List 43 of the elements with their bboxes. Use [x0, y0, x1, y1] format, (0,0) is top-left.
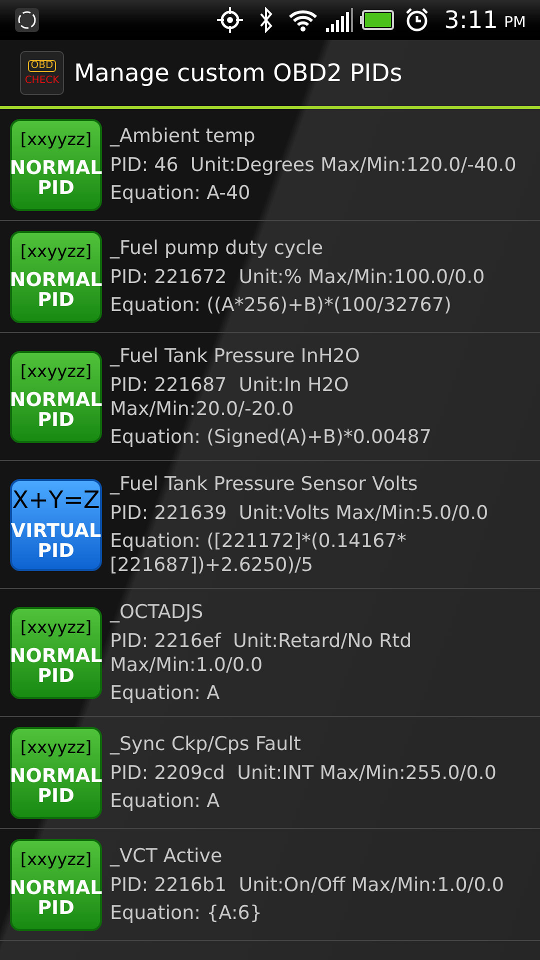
pid-equation: Equation: ([221172]*(0.14167*[221687])+2.6250)/5 — [110, 529, 408, 578]
pid-equation: Equation: {A:6} — [110, 901, 263, 926]
pid-details: PID: 221672 Unit:% Max/Min:100.0/0.0 — [110, 265, 485, 290]
pid-equation: Equation: (Signed(A)+B)*0.00487 — [110, 425, 432, 450]
pid-list-item[interactable]: [xxyyzz] NORMAL PID _Sync Ckp/Cps Fault PID: 2209cd Unit:INT Max/Min:255.0/0.0 Equation: A — [0, 717, 540, 829]
logo-check-text: CHECK — [24, 76, 60, 86]
screen-title: Manage custom OBD2 PIDs — [74, 58, 402, 89]
pid-name: _OCTADJS — [110, 600, 204, 625]
pid-type-badge: [xxyyzz] NORMAL PID — [10, 838, 102, 930]
gps-icon — [216, 6, 244, 34]
pid-list-item[interactable]: [xxyyzz] NORMAL PID _VCT Active PID: 2216b1 Unit:On/Off Max/Min:1.0/0.0 Equation: {A:6} — [0, 829, 540, 941]
pid-details: PID: 221639 Unit:Volts Max/Min:5.0/0.0 — [110, 501, 490, 526]
logo-obd-text: OBD — [28, 60, 56, 72]
pid-details: PID: 221687 Unit:In H2O Max/Min:20.0/-20.0 — [110, 373, 350, 422]
pid-equation: Equation: ((A*256)+B)*(100/32767) — [110, 293, 452, 318]
bluetooth-icon — [258, 7, 274, 33]
pid-list-item[interactable]: [xxyyzz] NORMAL PID _Fuel pump duty cycle PID: 221672 Unit:% Max/Min:100.0/0.0 Equation: ((A*256)+B)*(100/32767) — [0, 221, 540, 333]
pid-name: _Fuel pump duty cycle — [110, 236, 324, 261]
pid-type-badge: [xxyyzz] NORMAL PID — [10, 230, 102, 322]
pid-details: PID: 46 Unit:Degrees Max/Min:120.0/-40.0 — [110, 153, 516, 178]
pid-type-badge: [xxyyzz] NORMAL PID — [10, 118, 102, 210]
pid-details: PID: 2216b1 Unit:On/Off Max/Min:1.0/0.0 — [110, 873, 504, 898]
pid-details: PID: 2216ef Unit:Retard/No Rtd Max/Min:1.0/0.0 — [110, 629, 413, 678]
wifi-icon — [288, 8, 318, 32]
pid-equation: Equation: A — [110, 789, 221, 814]
signal-icon — [326, 8, 354, 32]
pid-details: PID: 2209cd Unit:INT Max/Min:255.0/0.0 — [110, 761, 496, 786]
battery-icon — [360, 10, 394, 30]
pid-name: _Fuel Tank Pressure Sensor Volts — [110, 472, 419, 497]
pid-type-badge: [xxyyzz] NORMAL PID — [10, 350, 102, 442]
pid-type-badge: [xxyyzz] NORMAL PID — [10, 726, 102, 818]
pid-equation: Equation: A — [110, 681, 221, 706]
pid-type-badge: [xxyyzz] NORMAL PID — [10, 606, 102, 698]
alarm-icon — [404, 7, 430, 33]
pid-name: _VCT Active — [110, 844, 224, 869]
pid-list-item[interactable]: [xxyyzz] NORMAL PID _Ambient temp PID: 46 Unit:Degrees Max/Min:120.0/-40.0 Equation: A-40 — [0, 109, 540, 221]
clock-time: 3:11 — [444, 5, 498, 36]
clock-ampm: PM — [504, 12, 526, 33]
pid-type-badge: X+Y=Z VIRTUAL PID — [10, 478, 102, 570]
pid-name: _Fuel Tank Pressure InH2O — [110, 344, 361, 369]
pid-name: _Ambient temp — [110, 124, 256, 149]
pid-equation: Equation: A-40 — [110, 181, 252, 206]
pid-name: _Sync Ckp/Cps Fault — [110, 732, 302, 757]
